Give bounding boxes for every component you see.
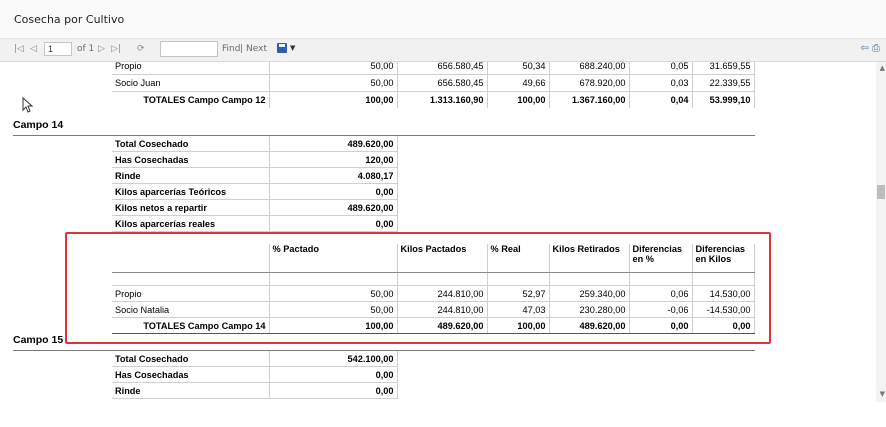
dif-kg-cell: 31.659,55 — [692, 62, 755, 75]
campo14-summary-table: Total Cosechado 489.620,00 Has Cosechadas… — [112, 136, 398, 232]
pct-cell: 50,00 — [269, 74, 398, 92]
report-toolbar: |◁ ◁ of 1 ▷ ▷| ⟳ Find | Next ▼ ⇦ ⎙ — [0, 39, 886, 62]
find-link[interactable]: Find — [222, 44, 240, 54]
summary-value: 489.620,00 — [269, 136, 398, 152]
window-titlebar: Cosecha por Cultivo — [0, 0, 886, 39]
campo14-header: Campo 14 — [13, 119, 64, 131]
page-number-input[interactable] — [44, 42, 72, 56]
save-icon[interactable] — [277, 43, 287, 53]
highlight-box — [65, 232, 771, 344]
pct-real-cell: 100,00 — [487, 91, 550, 108]
kilos-pactados-cell: 1.313.160,90 — [397, 91, 488, 108]
summary-label: Total Cosechado — [112, 136, 270, 152]
next-page-icon[interactable]: ▷ — [98, 43, 105, 55]
pct-real-cell: 50,34 — [487, 62, 550, 75]
summary-value: 120,00 — [269, 151, 398, 168]
save-dropdown-icon[interactable]: ▼ — [290, 44, 295, 52]
pct-cell: 100,00 — [269, 91, 398, 108]
dif-kg-cell: 22.339,55 — [692, 74, 755, 92]
page-count-label: of 1 — [77, 44, 95, 54]
find-input[interactable] — [160, 41, 218, 57]
summary-row: Has Cosechadas 120,00 — [112, 151, 398, 168]
kilos-pactados-cell: 656.580,45 — [397, 62, 488, 75]
kilos-pactados-cell: 656.580,45 — [397, 74, 488, 92]
find-next-link[interactable]: Next — [246, 44, 267, 54]
scroll-up-icon[interactable]: ▲ — [880, 64, 885, 72]
toolbar-separator: | — [240, 44, 244, 54]
totals-row: TOTALES Campo Campo 12 100,00 1.313.160,… — [112, 91, 755, 108]
kilos-retirados-cell: 688.240,00 — [549, 62, 630, 75]
table-row: Socio Juan 50,00 656.580,45 49,66 678.92… — [112, 74, 755, 92]
totals-label: TOTALES Campo Campo 12 — [112, 91, 270, 108]
summary-row: Total Cosechado 542.100,00 — [112, 351, 398, 367]
pct-cell: 50,00 — [269, 62, 398, 75]
toolbar-right-icons: ⇦ ⎙ — [860, 43, 880, 54]
summary-value: 0,00 — [269, 366, 398, 383]
summary-row: Kilos aparcerías Teóricos 0,00 — [112, 183, 398, 200]
summary-label: Kilos netos a repartir — [112, 199, 270, 216]
summary-label: Rinde — [112, 382, 270, 399]
window-title: Cosecha por Cultivo — [14, 13, 125, 26]
vertical-scrollbar[interactable] — [876, 62, 886, 402]
print-icon[interactable]: ⎙ — [872, 43, 880, 54]
back-icon[interactable]: ⇦ — [860, 43, 868, 54]
campo15-header: Campo 15 — [13, 334, 64, 346]
summary-value: 0,00 — [269, 215, 398, 232]
summary-label: Rinde — [112, 167, 270, 184]
pct-real-cell: 49,66 — [487, 74, 550, 92]
name-cell: Propio — [112, 62, 270, 75]
dif-pct-cell: 0,05 — [629, 62, 693, 75]
summary-label: Has Cosechadas — [112, 151, 270, 168]
dif-pct-cell: 0,04 — [629, 91, 693, 108]
summary-row: Rinde 0,00 — [112, 382, 398, 399]
summary-value: 542.100,00 — [269, 351, 398, 367]
summary-row: Has Cosechadas 0,00 — [112, 366, 398, 383]
summary-row: Total Cosechado 489.620,00 — [112, 136, 398, 152]
campo15-summary-table: Total Cosechado 542.100,00 Has Cosechadas… — [112, 351, 398, 399]
first-page-icon[interactable]: |◁ — [14, 43, 24, 55]
kilos-retirados-cell: 1.367.160,00 — [549, 91, 630, 108]
dif-kg-cell: 53.999,10 — [692, 91, 755, 108]
scroll-down-icon[interactable]: ▼ — [880, 390, 885, 398]
summary-value: 0,00 — [269, 382, 398, 399]
campo12-table: Propio 50,00 656.580,45 50,34 688.240,00… — [112, 62, 755, 108]
prev-page-icon[interactable]: ◁ — [30, 43, 37, 55]
summary-value: 0,00 — [269, 183, 398, 200]
kilos-retirados-cell: 678.920,00 — [549, 74, 630, 92]
summary-row: Rinde 4.080,17 — [112, 167, 398, 184]
last-page-icon[interactable]: ▷| — [111, 43, 121, 55]
summary-row: Kilos netos a repartir 489.620,00 — [112, 199, 398, 216]
summary-label: Kilos aparcerías reales — [112, 215, 270, 232]
summary-value: 489.620,00 — [269, 199, 398, 216]
summary-label: Total Cosechado — [112, 351, 270, 367]
mouse-cursor-icon — [22, 97, 34, 113]
dif-pct-cell: 0,03 — [629, 74, 693, 92]
summary-row: Kilos aparcerías reales 0,00 — [112, 215, 398, 232]
summary-label: Has Cosechadas — [112, 366, 270, 383]
summary-value: 4.080,17 — [269, 167, 398, 184]
name-cell: Socio Juan — [112, 74, 270, 92]
table-row: Propio 50,00 656.580,45 50,34 688.240,00… — [112, 62, 755, 75]
scrollbar-thumb[interactable] — [877, 185, 885, 199]
summary-label: Kilos aparcerías Teóricos — [112, 183, 270, 200]
refresh-icon[interactable]: ⟳ — [137, 43, 145, 55]
